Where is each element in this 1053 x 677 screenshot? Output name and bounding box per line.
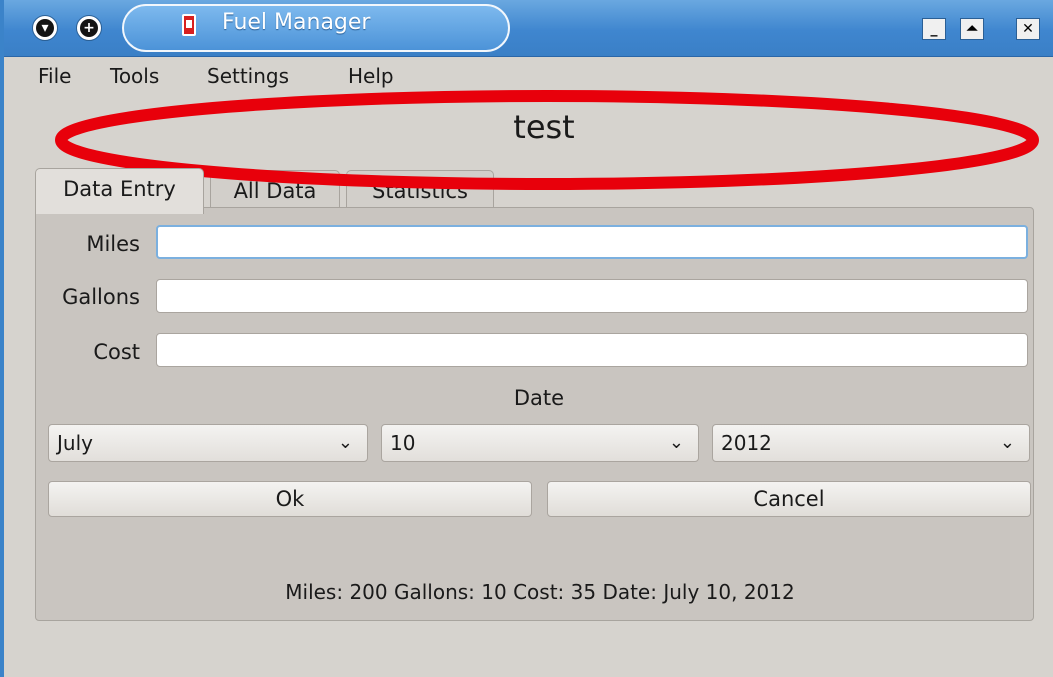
menu-settings[interactable]: Settings — [207, 64, 289, 88]
application-window: ▾ + Fuel Manager _ ⏶ ✕ File Tools Settin… — [0, 0, 1053, 677]
chevron-down-icon: ⌄ — [999, 432, 1015, 453]
year-select[interactable]: 2012 ⌄ — [712, 424, 1030, 462]
title-bar[interactable]: ▾ + Fuel Manager _ ⏶ ✕ — [4, 0, 1053, 57]
gallons-input[interactable] — [156, 279, 1028, 313]
day-value: 10 — [390, 431, 416, 455]
menu-file[interactable]: File — [38, 64, 71, 88]
menu-tools[interactable]: Tools — [110, 64, 159, 88]
minimize-button[interactable]: _ — [922, 18, 946, 40]
new-window-button[interactable]: + — [76, 15, 102, 41]
data-entry-panel — [35, 207, 1034, 621]
gallons-label: Gallons — [62, 285, 140, 309]
miles-input[interactable] — [156, 225, 1028, 259]
maximize-button[interactable]: ⏶ — [960, 18, 984, 40]
cancel-button[interactable]: Cancel — [547, 481, 1031, 517]
miles-label: Miles — [86, 232, 140, 256]
fuel-can-icon — [182, 14, 196, 36]
cost-input[interactable] — [156, 333, 1028, 367]
day-select[interactable]: 10 ⌄ — [381, 424, 699, 462]
tab-data-entry[interactable]: Data Entry — [35, 168, 204, 214]
chevron-down-icon: ▾ — [36, 19, 54, 37]
ok-button[interactable]: Ok — [48, 481, 532, 517]
chevron-down-icon: ⌄ — [337, 432, 353, 453]
date-label: Date — [513, 386, 565, 410]
window-menu-button[interactable]: ▾ — [32, 15, 58, 41]
year-value: 2012 — [721, 431, 772, 455]
plus-icon: + — [80, 19, 98, 37]
cost-label: Cost — [93, 340, 140, 364]
status-text: Miles: 200 Gallons: 10 Cost: 35 Date: Ju… — [285, 580, 795, 604]
menu-help[interactable]: Help — [348, 64, 394, 88]
window-title: Fuel Manager — [222, 10, 371, 35]
month-select[interactable]: July ⌄ — [48, 424, 368, 462]
month-value: July — [57, 431, 93, 455]
close-button[interactable]: ✕ — [1016, 18, 1040, 40]
chevron-down-icon: ⌄ — [668, 432, 684, 453]
